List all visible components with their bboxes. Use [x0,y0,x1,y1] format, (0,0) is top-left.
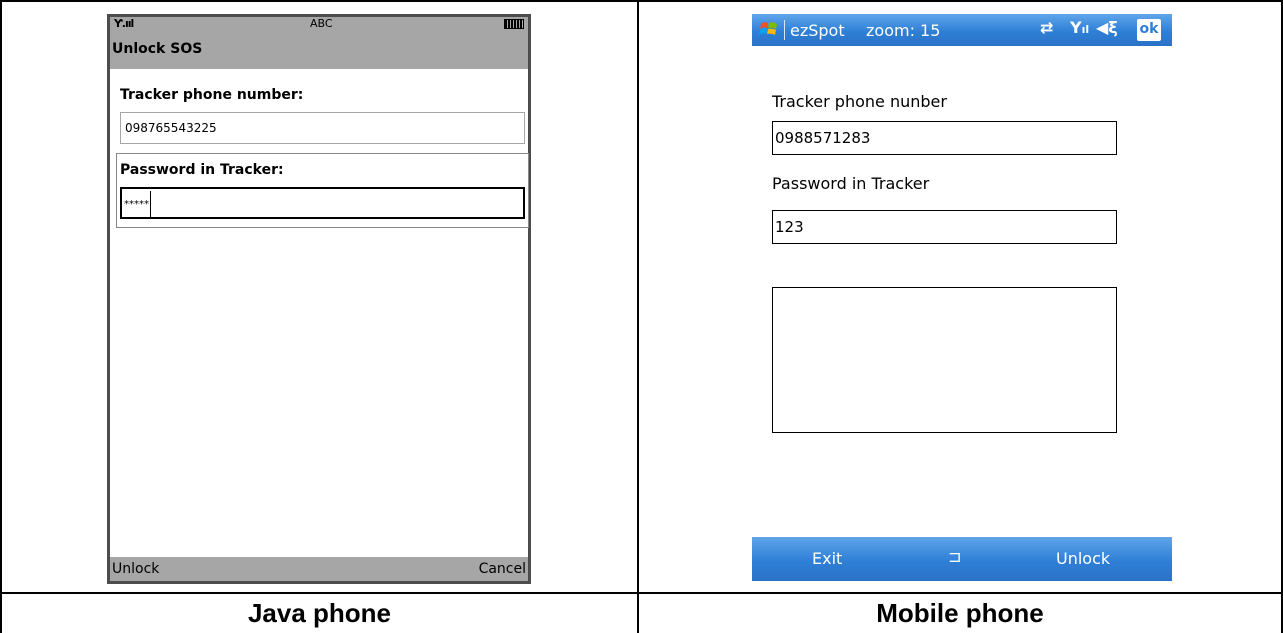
password-label: Password in Tracker [772,174,930,193]
tracker-phone-label: Tracker phone number: [120,87,304,103]
screen-title: Unlock SOS [110,31,528,69]
table-border-left [0,0,2,633]
message-textarea[interactable] [772,287,1117,433]
caption-mobile-phone: Mobile phone [876,598,1044,628]
mobile-softkey-bar: Exit ⊐ Unlock [752,537,1172,581]
table-column-divider [637,0,639,633]
connectivity-icon[interactable]: ⇄ [1040,18,1053,37]
tracker-phone-label: Tracker phone nunber [772,92,947,111]
mobile-title-bar: ezSpot zoom: 15 ⇄ Yıl ◀ξ ok [752,14,1172,46]
exit-softkey[interactable]: Exit [812,549,842,568]
text-caret [150,190,151,217]
input-mode-indicator: ABC [310,17,333,30]
signal-strength-icon: Ƴ.ııl [114,17,134,30]
caption-java-phone: Java phone [247,598,392,628]
app-name: ezSpot [790,21,845,40]
tracker-phone-input[interactable]: 0988571283 [772,121,1117,155]
cancel-softkey[interactable]: Cancel [479,557,526,581]
password-input[interactable]: ***** [120,187,525,219]
signal-antenna-icon[interactable]: Yıl [1070,18,1089,37]
java-phone-screen: Ƴ.ııl ABC Unlock SOS Tracker phone numbe… [107,14,531,584]
zoom-level: zoom: 15 [866,21,941,40]
java-softkey-bar: Unlock Cancel [110,557,528,581]
tracker-phone-input[interactable]: 098765543225 [120,112,525,144]
password-value: ***** [124,199,149,210]
password-input[interactable]: 123 [772,210,1117,244]
table-border-top [0,0,1283,2]
java-status-bar: Ƴ.ııl ABC [110,17,528,31]
battery-icon [504,19,524,29]
unlock-softkey[interactable]: Unlock [112,557,159,581]
windows-start-icon[interactable] [758,18,780,40]
speaker-icon[interactable]: ◀ξ [1096,18,1118,37]
ok-button[interactable]: ok [1137,19,1161,41]
password-label: Password in Tracker: [120,162,284,178]
unlock-softkey[interactable]: Unlock [1056,549,1110,568]
keyboard-icon[interactable]: ⊐ [948,547,961,566]
title-separator [784,20,785,40]
mobile-phone-screen: ezSpot zoom: 15 ⇄ Yıl ◀ξ ok Tracker phon… [752,14,1172,584]
